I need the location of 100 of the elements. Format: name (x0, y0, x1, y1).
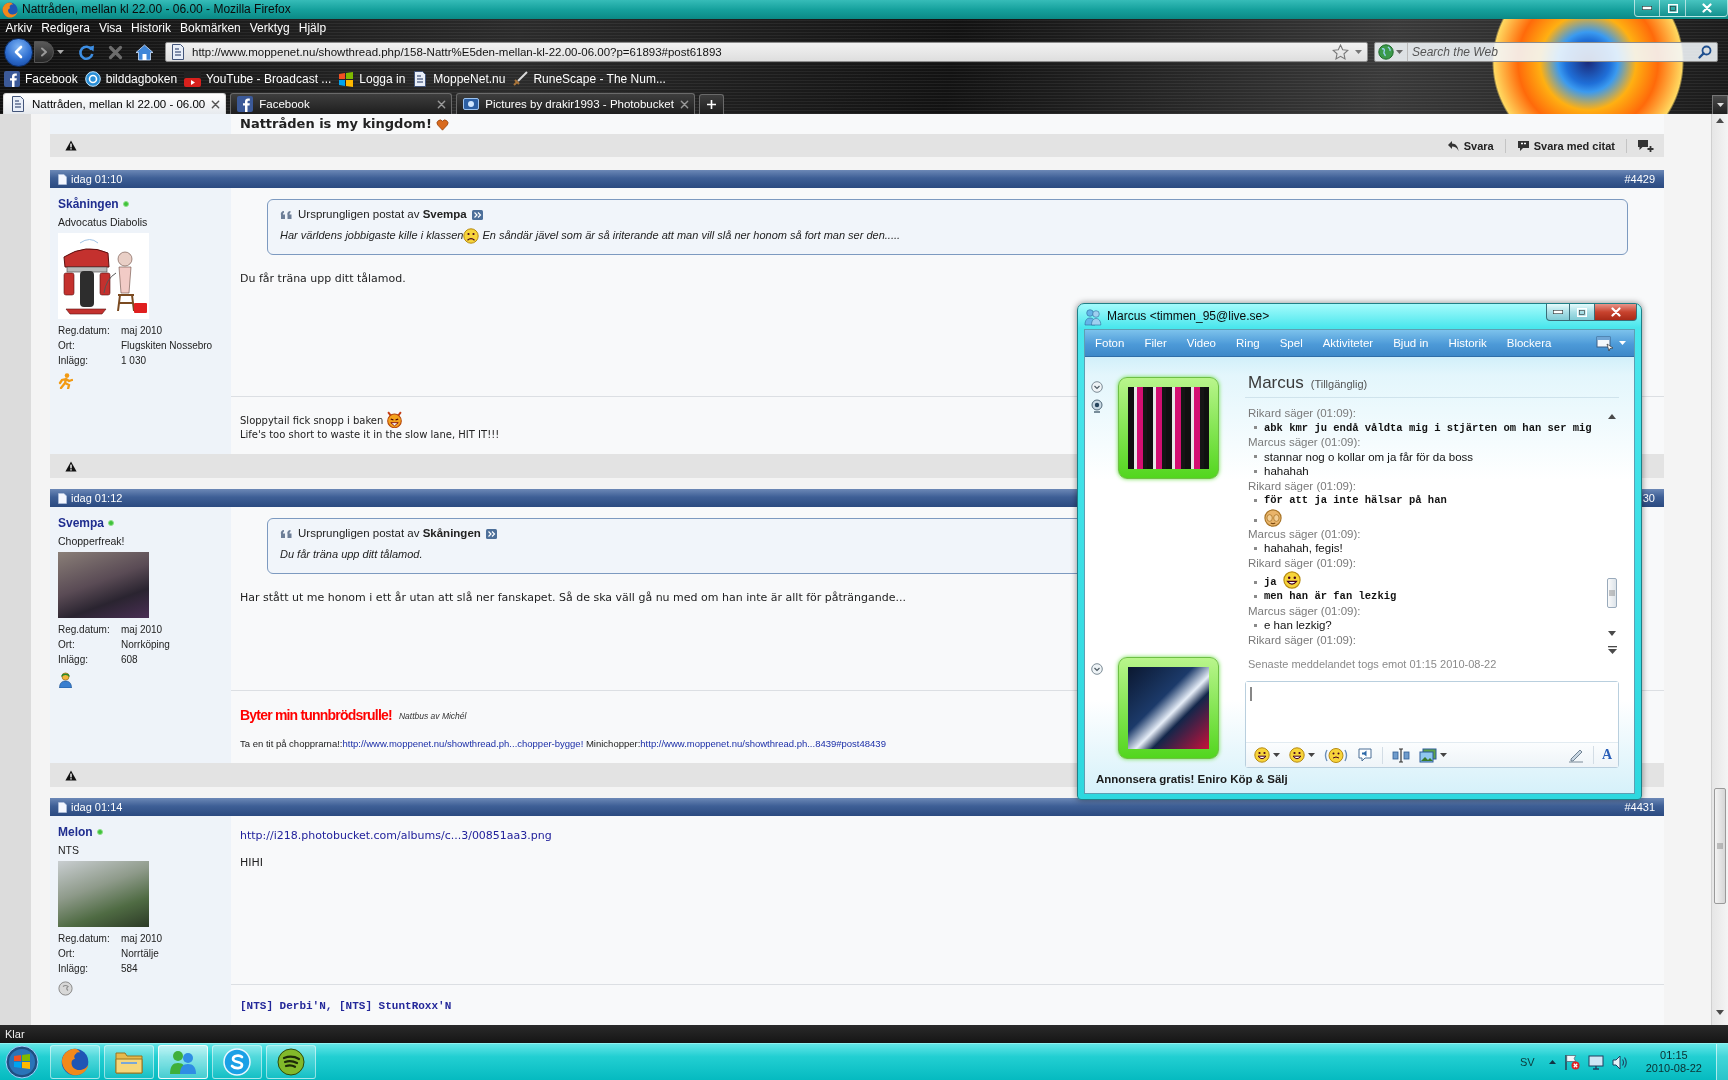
signature-link[interactable]: http://www.moppenet.nu/showthread.ph...chopper-bygge! (342, 738, 584, 749)
text-format-button[interactable] (1392, 747, 1410, 763)
reply-button[interactable]: Svara (1435, 138, 1506, 153)
menu-item[interactable]: Redigera (36, 19, 95, 38)
bookmark-link[interactable]: Logga in (337, 68, 409, 89)
f-tile-icon (4, 70, 20, 87)
forward-button[interactable] (34, 41, 54, 63)
post-number-link[interactable]: 30 (1642, 491, 1655, 505)
scroll-end-icon[interactable] (1607, 646, 1617, 654)
document-icon (58, 173, 67, 185)
scrollbar-thumb[interactable] (1607, 578, 1617, 608)
message-text: hahahah, fegis! (1264, 541, 1343, 556)
bookmark-link[interactable]: MoppeNet.nu (411, 68, 509, 89)
menu-item[interactable]: Hjälp (294, 19, 331, 38)
tab-label: Pictures by drakir1993 - Photobucket (485, 97, 674, 112)
browser-tab[interactable]: Pictures by drakir1993 - Photobucket (456, 93, 695, 114)
address-field[interactable]: http://www.moppenet.nu/showthread.php/158-Nattr%E5den-mellan-kl-22.00-06.00?p=61893#post61893 (165, 42, 1368, 62)
signature-text: Life's too short to waste it in the slow lane, HIT IT!!! (240, 428, 500, 442)
search-field[interactable]: Search the Web (1374, 42, 1718, 62)
post-number-link[interactable]: #4431 (1624, 800, 1655, 814)
detail-value: Flugskiten Nossebro (121, 339, 213, 353)
voice-clip-button[interactable] (1357, 747, 1373, 763)
bookmark-link[interactable]: bilddagboken (83, 68, 181, 89)
browser-tab[interactable]: Nattråden, mellan kl 22.00 - 06.00 (3, 93, 227, 114)
clock-button[interactable]: 01:15 2010-08-22 (1635, 1049, 1708, 1075)
folder-icon (115, 1050, 143, 1074)
minimize-button[interactable] (1546, 304, 1570, 321)
document-icon (58, 801, 67, 813)
expand-icon[interactable] (1091, 662, 1103, 675)
scrollbar-thumb[interactable] (1714, 788, 1726, 904)
back-button[interactable] (4, 37, 33, 67)
person-icon[interactable] (58, 672, 73, 688)
f-tile-icon (237, 96, 254, 112)
people-icon (1084, 307, 1102, 326)
menu-item[interactable]: Arkiv (1, 19, 37, 38)
webcam-icon[interactable] (1091, 399, 1103, 413)
close-button[interactable] (1595, 304, 1637, 321)
scroll-up-icon[interactable] (1716, 118, 1724, 123)
double-arrow-icon[interactable] (485, 528, 497, 539)
detail-value: 584 (121, 962, 139, 976)
font-button[interactable]: A (1592, 746, 1614, 764)
username-link[interactable]: Svempa (58, 516, 105, 530)
browser-tab[interactable]: Facebook (230, 93, 453, 114)
close-tab-button[interactable] (437, 99, 447, 109)
language-indicator[interactable]: SV (1514, 1055, 1541, 1069)
menu-item[interactable]: Historik (126, 19, 176, 38)
username-link[interactable]: Skåningen (58, 197, 119, 211)
bookmark-link[interactable]: YouTube - Broadcast ... (183, 68, 335, 89)
sender-line: Marcus säger (01:09): (1248, 526, 1361, 541)
username-link[interactable]: Melon (58, 825, 93, 839)
reply-button[interactable]: Svara med citat (1505, 138, 1627, 153)
expand-icon[interactable] (1091, 381, 1103, 393)
post-number-link[interactable]: #4429 (1624, 172, 1655, 186)
wink-button[interactable] (1289, 747, 1315, 763)
background-button[interactable] (1419, 747, 1447, 763)
grip-icon (1717, 843, 1723, 849)
bookmark-link[interactable]: Facebook (3, 68, 81, 89)
bookmark-link[interactable]: RuneScape - The Num... (511, 68, 669, 89)
scroll-up-icon[interactable] (1608, 414, 1616, 419)
caret-down-icon (1440, 753, 1447, 757)
handwriting-button[interactable] (1567, 747, 1584, 763)
frown-face-icon (463, 227, 480, 244)
people-icon (169, 1049, 197, 1075)
caret-down-icon (57, 50, 64, 54)
message-text: för att ja inte hälsar på han (1264, 493, 1447, 508)
home-button[interactable] (135, 41, 154, 63)
maximize-button[interactable] (1570, 304, 1595, 321)
user-title: Chopperfreak! (58, 534, 125, 548)
speaker-icon[interactable] (1611, 1054, 1628, 1070)
blushing-face-icon (1264, 508, 1282, 527)
message-link[interactable]: http://i218.photobucket.com/albums/c...3/00851aa3.png (240, 828, 552, 844)
new-tab-button[interactable] (698, 94, 724, 114)
flag-cross-icon[interactable] (1563, 1054, 1580, 1070)
double-arrow-icon[interactable] (471, 209, 483, 220)
emoticon-button[interactable] (1254, 747, 1280, 763)
search-engine-button[interactable] (1378, 43, 1408, 61)
text-cursor-icon (1250, 687, 1252, 701)
ad-link[interactable]: Annonsera gratis! Eniro Köp & Sälj (1096, 772, 1288, 787)
menu-item[interactable]: Verktyg (245, 19, 295, 38)
message-text: abk kmr ju endå våldta mig i stjärten om han ser mig (1264, 420, 1592, 435)
scroll-down-icon[interactable] (1608, 631, 1616, 636)
start-button[interactable] (2, 1044, 42, 1080)
scroll-down-icon[interactable] (1716, 1010, 1724, 1015)
signature-text: Ta en tit på chopprarna!:http://www.moppenet.nu/showthread.ph...chopper-bygge! Minichopper:http://www.moppenet.nu/showthread.ph...8439#post48439 (240, 737, 886, 751)
menu-item[interactable]: Visa (94, 19, 127, 38)
quote-text: Har världens jobbigaste kille i klassen (280, 228, 464, 243)
close-tab-button[interactable] (679, 99, 689, 109)
taskbar-button[interactable] (266, 1045, 316, 1079)
detail-value: Norrköping (121, 638, 170, 652)
toolbar-menu-button[interactable] (1596, 335, 1626, 351)
taskbar-button[interactable] (50, 1045, 100, 1079)
close-tab-button[interactable] (211, 99, 221, 109)
signature-link[interactable]: http://www.moppenet.nu/showthread.ph...8439#post48439 (640, 738, 886, 749)
nudge-button[interactable] (1324, 746, 1348, 764)
sender-line: Rikard säger (01:09): (1248, 478, 1357, 493)
menu-item[interactable]: Bokmärken (175, 19, 246, 38)
swirl-circle-icon[interactable] (58, 981, 73, 996)
play-tile-icon (184, 70, 202, 87)
tab-list-button[interactable] (1712, 95, 1728, 114)
monitor-icon[interactable] (1587, 1054, 1604, 1070)
